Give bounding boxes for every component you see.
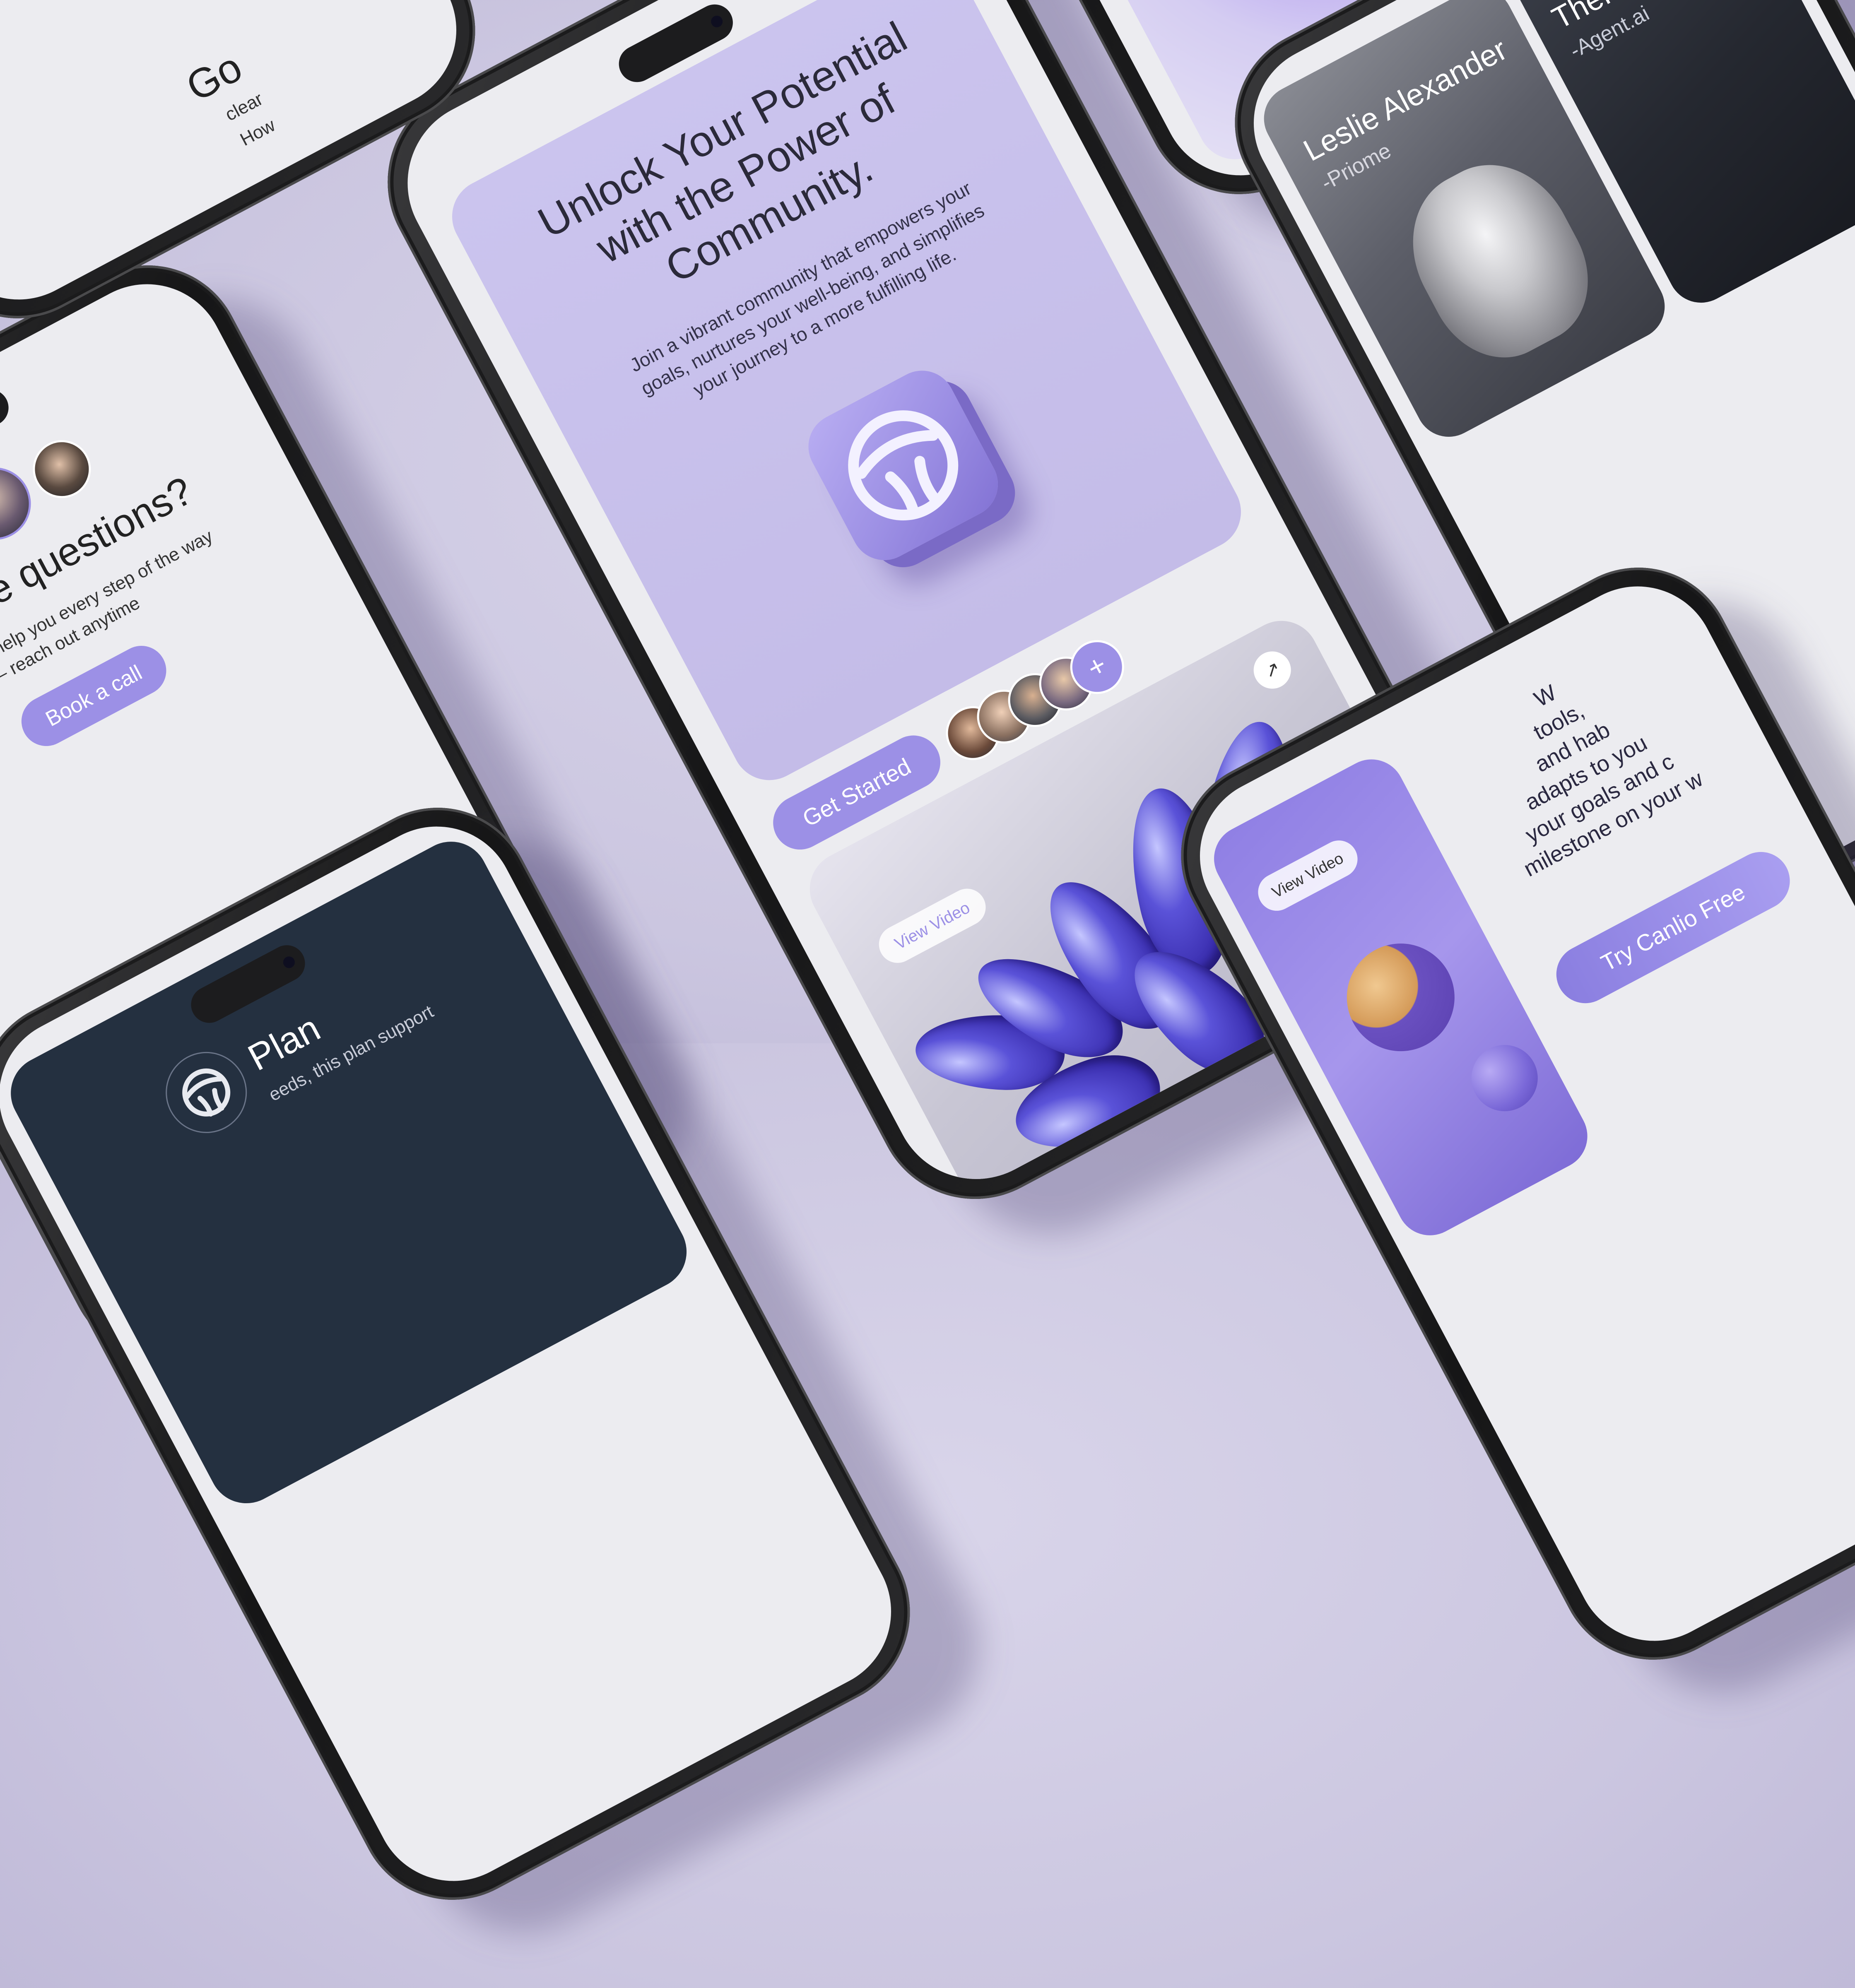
portrait-photo (1385, 139, 1613, 381)
plus-icon: + (1082, 648, 1112, 685)
view-video-label: View Video (1269, 850, 1347, 902)
sphere-shape (1328, 924, 1474, 1070)
community-logo-icon (182, 1068, 231, 1117)
community-logo-icon (848, 410, 959, 521)
view-video-button[interactable]: View Video (1251, 834, 1364, 917)
arrow-up-right-icon: ↗ (1260, 657, 1284, 683)
plan-logo-badge (151, 1037, 261, 1148)
sphere-shape (1460, 1033, 1549, 1123)
book-call-label: Book a call (41, 660, 146, 732)
view-video-button[interactable]: View Video (872, 882, 993, 970)
avatar (22, 430, 101, 508)
view-video-label: View Video (891, 898, 973, 953)
expand-arrow-button[interactable]: ↗ (1247, 645, 1298, 696)
app-icon-tile (797, 359, 1010, 572)
mockup-scene: Unlock Your Potential with the Power of … (0, 0, 1855, 1967)
